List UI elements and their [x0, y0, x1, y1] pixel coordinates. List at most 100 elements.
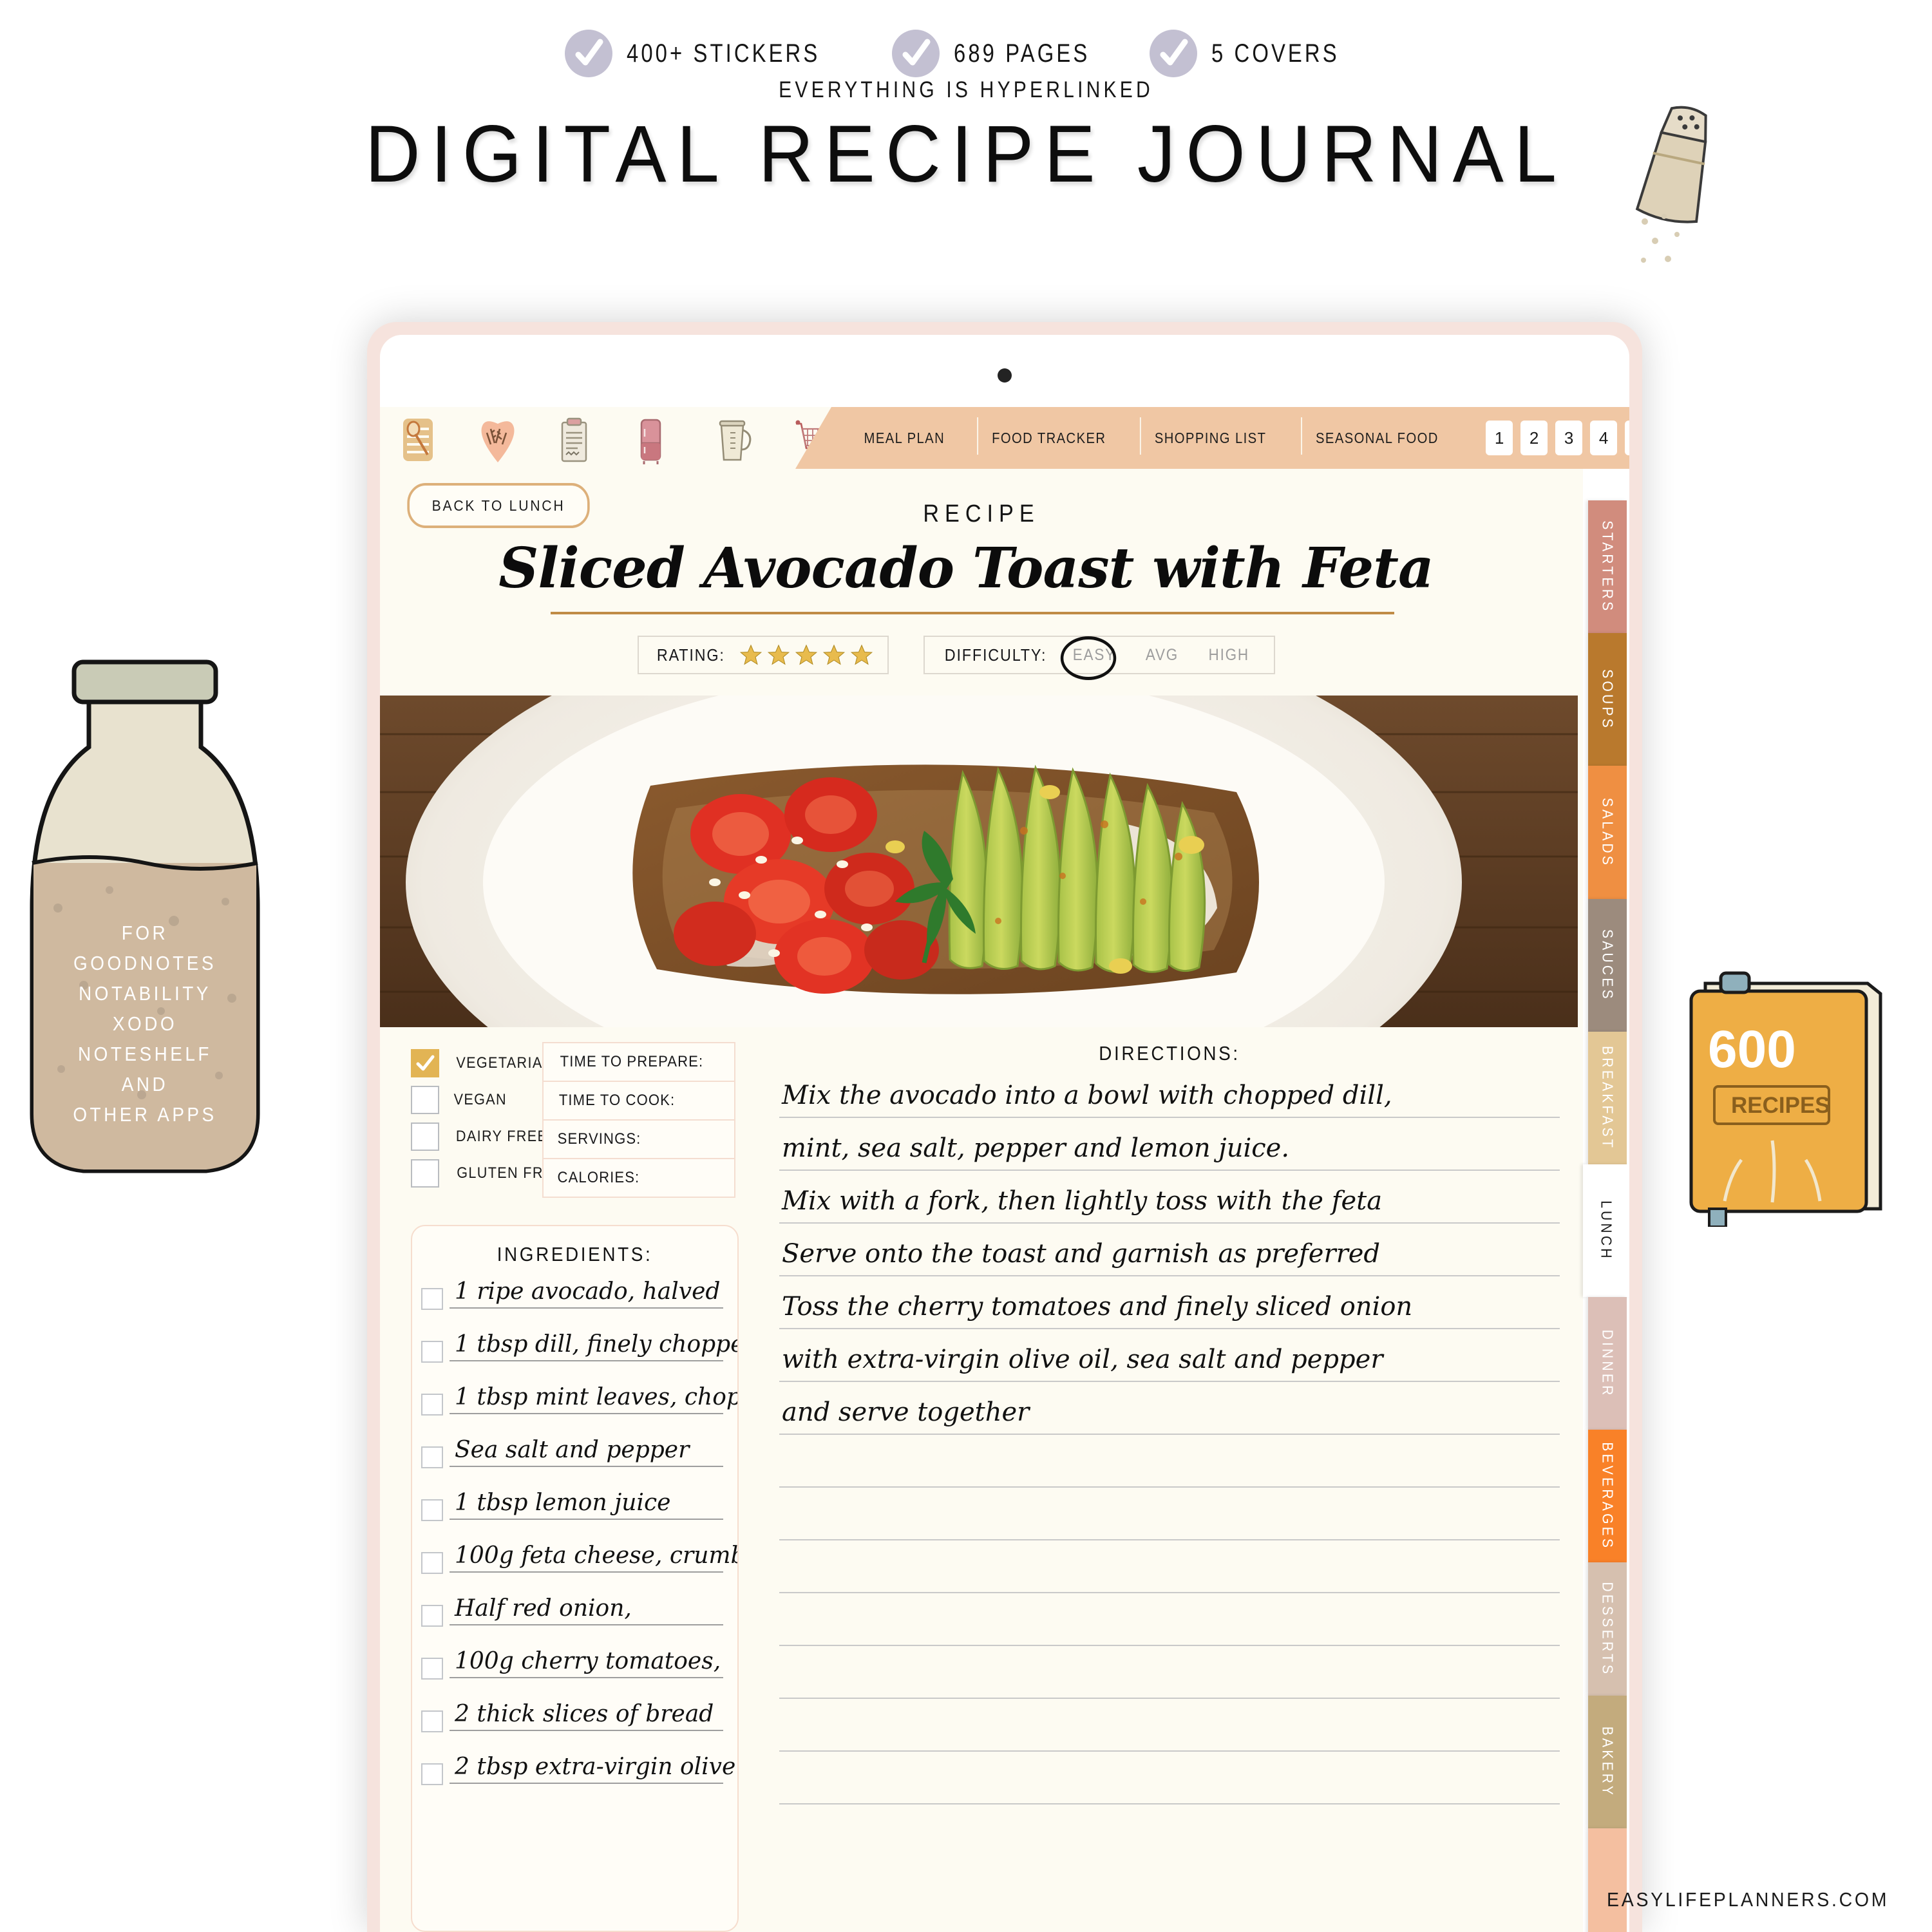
direction-text: Mix with a fork, then lightly toss with …: [782, 1186, 1383, 1216]
category-tab-label: BAKERY: [1599, 1726, 1616, 1797]
field-label: TIME TO PREPARE:: [560, 1053, 704, 1070]
tablet-device: MEAL PLAN FOOD TRACKER SHOPPING LIST SEA…: [367, 322, 1642, 1932]
jar-line: GOODNOTES: [73, 952, 216, 974]
ingredient-checkbox[interactable]: [421, 1710, 443, 1732]
category-tab-salads[interactable]: SALADS: [1588, 766, 1627, 899]
jar-line: AND: [121, 1073, 169, 1095]
tab-shopping-list[interactable]: SHOPPING LIST: [1140, 417, 1281, 455]
recipe-card-icon[interactable]: [399, 415, 438, 466]
field-calories[interactable]: CALORIES:: [542, 1159, 735, 1198]
ingredient-text: 100g feta cheese, crumbled: [455, 1542, 737, 1569]
star-icon: [767, 644, 790, 665]
direction-row: Mix the avocado into a bowl with chopped…: [779, 1065, 1560, 1118]
ingredient-row: 1 ripe avocado, halved: [421, 1266, 726, 1319]
direction-row: Toss the cherry tomatoes and finely slic…: [779, 1276, 1560, 1329]
checkbox-icon[interactable]: [411, 1122, 439, 1151]
category-tab-desserts[interactable]: DESSERTS: [1588, 1562, 1627, 1696]
measuring-jug-icon[interactable]: [714, 415, 752, 466]
fridge-icon[interactable]: [635, 415, 674, 466]
ingredient-checkbox[interactable]: [421, 1658, 443, 1680]
diet-label: VEGETARIAN: [456, 1054, 554, 1072]
difficulty-box[interactable]: DIFFICULTY: EASY AVG HIGH: [923, 636, 1275, 680]
category-tab-soups[interactable]: SOUPS: [1588, 633, 1627, 766]
ingredient-checkbox[interactable]: [421, 1288, 443, 1310]
category-tab-label: BREAKFAST: [1599, 1045, 1616, 1150]
category-tab-label: DESSERTS: [1599, 1582, 1616, 1676]
ingredient-checkbox[interactable]: [421, 1605, 443, 1627]
diet-row-gluten-free[interactable]: GLUTEN FREE: [411, 1155, 563, 1191]
ingredient-checkbox[interactable]: [421, 1394, 443, 1416]
difficulty-label: DIFFICULTY:: [944, 645, 1046, 665]
category-tab-bakery[interactable]: BAKERY: [1588, 1695, 1627, 1828]
checkbox-icon[interactable]: [411, 1159, 439, 1188]
tab-seasonal-food[interactable]: SEASONAL FOOD: [1301, 417, 1454, 455]
category-tab-starters[interactable]: STARTERS: [1588, 500, 1627, 634]
field-time-to-cook[interactable]: TIME TO COOK:: [542, 1082, 735, 1121]
page-number-4[interactable]: 4: [1590, 421, 1618, 455]
recipe-book-icon: 600 RECIPES: [1674, 963, 1900, 1228]
category-tab-sauces[interactable]: SAUCES: [1588, 898, 1627, 1032]
feature-badges: 400+ STICKERS 689 PAGES 5 COVERS: [0, 30, 1932, 77]
category-tab-label: DINNER: [1599, 1329, 1616, 1398]
ingredient-checkbox[interactable]: [421, 1446, 443, 1468]
jar-line: OTHER APPS: [73, 1103, 217, 1126]
ingredient-rule: [450, 1413, 723, 1414]
ingredient-text: 1 tbsp mint leaves, chopped: [455, 1384, 737, 1410]
field-time-to-prepare[interactable]: TIME TO PREPARE:: [542, 1042, 735, 1082]
diet-row-vegan[interactable]: VEGAN: [411, 1081, 533, 1118]
diet-row-vegetarian[interactable]: VEGETARIAN: [411, 1045, 553, 1081]
category-tab-beverages[interactable]: BEVERAGES: [1588, 1430, 1627, 1563]
camera-icon: [998, 368, 1012, 383]
category-tab-dinner[interactable]: DINNER: [1588, 1297, 1627, 1430]
rating-box[interactable]: RATING:: [638, 636, 889, 674]
ingredient-rule: [450, 1677, 723, 1678]
direction-text: Serve onto the toast and garnish as pref…: [782, 1239, 1380, 1269]
checkbox-checked-icon[interactable]: [411, 1048, 439, 1077]
category-tab-breakfast[interactable]: BREAKFAST: [1588, 1031, 1627, 1164]
ingredient-checkbox[interactable]: [421, 1341, 443, 1363]
ingredient-row: 100g cherry tomatoes,: [421, 1636, 726, 1689]
badge-label: 400+ STICKERS: [626, 39, 820, 68]
checkbox-icon[interactable]: [411, 1085, 439, 1114]
app-toolbar: MEAL PLAN FOOD TRACKER SHOPPING LIST SEA…: [380, 407, 1629, 475]
check-circle-icon: [1149, 30, 1197, 77]
heart-favorites-icon[interactable]: [478, 415, 516, 466]
page-number-5[interactable]: 5: [1625, 421, 1629, 455]
page-number-2[interactable]: 2: [1520, 421, 1548, 455]
difficulty-option-high[interactable]: HIGH: [1202, 646, 1256, 665]
ingredient-checkbox[interactable]: [421, 1763, 443, 1785]
ingredient-row: 1 tbsp lemon juice: [421, 1477, 726, 1530]
category-tab-blank[interactable]: [1588, 1828, 1627, 1932]
toolbar-icon-group: [399, 415, 831, 466]
watermark: EASYLIFEPLANNERS.COM: [1606, 1888, 1889, 1911]
category-tab-label: STARTERS: [1599, 520, 1616, 614]
category-tab-label: SAUCES: [1599, 929, 1616, 1001]
category-tab-rail: STARTERS SOUPS SALADS SAUCES BREAKFAST LUNCH D…: [1583, 500, 1629, 1932]
page-number-1[interactable]: 1: [1486, 421, 1513, 455]
tab-food-tracker[interactable]: FOOD TRACKER: [976, 417, 1121, 455]
ingredient-text: 2 tbsp extra-virgin olive oil: [455, 1754, 737, 1780]
direction-row: [779, 1488, 1560, 1540]
category-tab-lunch[interactable]: LUNCH: [1583, 1164, 1629, 1298]
category-tab-label: SALADS: [1599, 797, 1616, 867]
difficulty-option-avg[interactable]: AVG: [1139, 646, 1186, 665]
title-underline: [551, 612, 1394, 614]
page-number-3[interactable]: 3: [1555, 421, 1583, 455]
directions-panel: DIRECTIONS: Mix the avocado into a bowl …: [779, 1042, 1560, 1932]
ingredient-checkbox[interactable]: [421, 1499, 443, 1521]
direction-row: mint, sea salt, pepper and lemon juice.: [779, 1118, 1560, 1171]
direction-row: with extra-virgin olive oil, sea salt an…: [779, 1329, 1560, 1382]
field-servings[interactable]: SERVINGS:: [542, 1121, 735, 1159]
notes-clipboard-icon[interactable]: [556, 415, 595, 466]
diet-row-dairy-free[interactable]: DAIRY FREE: [411, 1118, 547, 1155]
rating-stars[interactable]: [739, 643, 873, 667]
diet-label: DAIRY FREE: [455, 1127, 548, 1145]
ingredient-text: 1 tbsp lemon juice: [455, 1490, 671, 1516]
page-number-group: 1 2 3 4 5: [1486, 421, 1629, 455]
ingredient-checkbox[interactable]: [421, 1552, 443, 1574]
tab-meal-plan[interactable]: MEAL PLAN: [849, 430, 960, 447]
ingredient-rule: [450, 1519, 723, 1520]
category-tab-label: BEVERAGES: [1599, 1442, 1616, 1551]
difficulty-option-easy[interactable]: EASY: [1060, 636, 1123, 680]
app-screen: MEAL PLAN FOOD TRACKER SHOPPING LIST SEA…: [380, 407, 1629, 1932]
